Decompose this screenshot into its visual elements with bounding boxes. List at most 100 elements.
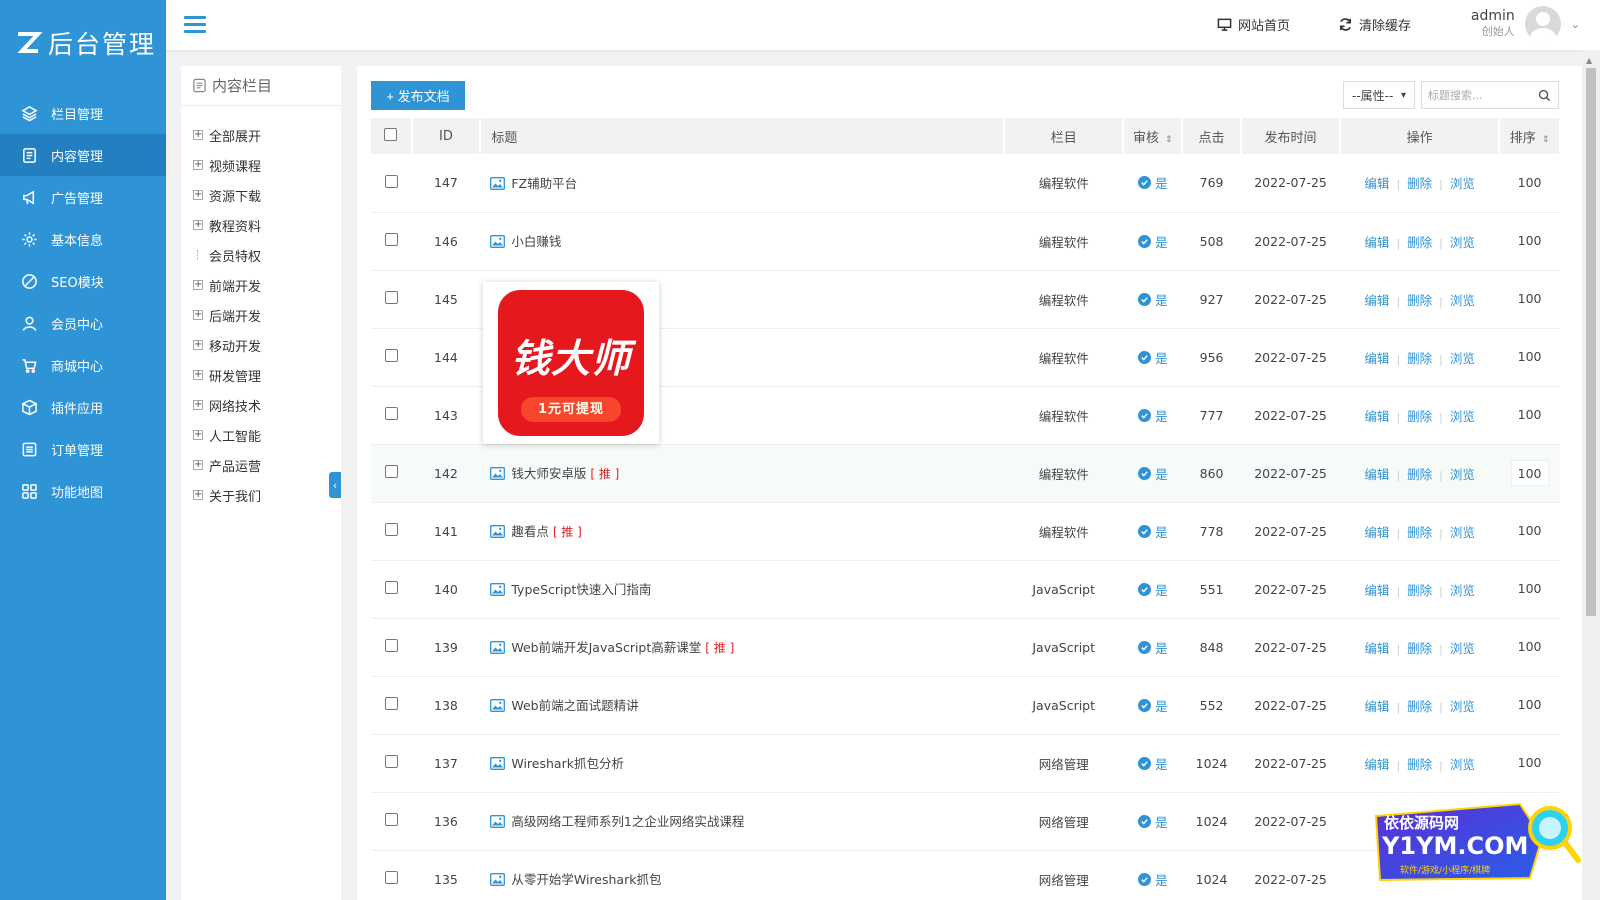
clear-cache-link[interactable]: 清除缓存 [1338,15,1411,34]
logo[interactable]: 后台管理 [0,0,166,86]
delete-link[interactable]: 删除 [1407,757,1432,772]
menu-toggle-icon[interactable] [184,16,206,34]
view-link[interactable]: 浏览 [1450,641,1475,656]
audit-status[interactable]: 是 [1138,522,1168,541]
audit-status[interactable]: 是 [1138,464,1168,483]
sidebar-item-9[interactable]: 功能地图 [0,470,166,512]
view-link[interactable]: 浏览 [1450,467,1475,482]
expand-plus-icon[interactable]: + [193,430,203,440]
row-title-link[interactable]: TypeScript快速入门指南 [511,582,651,597]
audit-status[interactable]: 是 [1138,754,1168,773]
edit-link[interactable]: 编辑 [1364,293,1389,308]
sidebar-item-1[interactable]: 内容管理 [0,134,166,176]
sort-input[interactable]: 100 [1510,228,1549,254]
view-link[interactable]: 浏览 [1450,293,1475,308]
edit-link[interactable]: 编辑 [1364,351,1389,366]
category-tree-item[interactable]: + 资源下载 [193,180,341,210]
edit-link[interactable]: 编辑 [1364,235,1389,250]
row-checkbox[interactable] [384,581,398,594]
sort-input[interactable]: 100 [1510,692,1549,718]
row-title-link[interactable]: 钱大师安卓版 [511,466,586,481]
edit-link[interactable]: 编辑 [1364,409,1389,424]
expand-plus-icon[interactable]: + [193,340,203,350]
sidebar-item-5[interactable]: 会员中心 [0,302,166,344]
audit-status[interactable]: 是 [1138,638,1168,657]
audit-status[interactable]: 是 [1138,696,1168,715]
sort-input[interactable]: 100 [1510,750,1549,776]
view-link[interactable]: 浏览 [1450,699,1475,714]
image-icon[interactable] [490,525,506,541]
sidebar-item-7[interactable]: 插件应用 [0,386,166,428]
row-checkbox[interactable] [384,871,398,884]
audit-status[interactable]: 是 [1138,232,1168,251]
image-icon[interactable] [490,699,506,715]
row-checkbox[interactable] [384,697,398,710]
avatar[interactable] [1524,6,1561,42]
audit-status[interactable]: 是 [1138,580,1168,599]
category-tree-item[interactable]: + 人工智能 [193,420,341,450]
sort-input[interactable]: 100 [1510,286,1549,312]
sort-input[interactable]: 100 [1510,402,1549,428]
delete-link[interactable]: 删除 [1407,467,1432,482]
image-icon[interactable] [490,641,506,657]
sidebar-item-4[interactable]: SEO模块 [0,260,166,302]
expand-plus-icon[interactable]: + [193,490,203,500]
expand-plus-icon[interactable]: + [193,310,203,320]
delete-link[interactable]: 删除 [1407,293,1432,308]
image-icon[interactable] [490,815,506,831]
row-title-link[interactable]: FZ辅助平台 [511,176,577,191]
view-link[interactable]: 浏览 [1450,235,1475,250]
vertical-scrollbar[interactable]: ▲ [1582,50,1600,900]
row-checkbox[interactable] [384,291,398,304]
edit-link[interactable]: 编辑 [1364,525,1389,540]
audit-status[interactable]: 是 [1138,406,1168,425]
category-tree-item[interactable]: + 教程资料 [193,210,341,240]
sidebar-item-0[interactable]: 栏目管理 [0,92,166,134]
delete-link[interactable]: 删除 [1407,525,1432,540]
sidebar-item-8[interactable]: 订单管理 [0,428,166,470]
edit-link[interactable]: 编辑 [1364,176,1389,191]
view-link[interactable]: 浏览 [1450,176,1475,191]
audit-status[interactable]: 是 [1138,173,1168,192]
delete-link[interactable]: 删除 [1407,235,1432,250]
category-tree-item[interactable]: + 产品运营 [193,450,341,480]
row-title-link[interactable]: 从零开始学Wireshark抓包 [511,872,661,887]
category-tree-item[interactable]: + 移动开发 [193,330,341,360]
image-icon[interactable] [490,757,506,773]
delete-link[interactable]: 删除 [1407,699,1432,714]
expand-plus-icon[interactable]: + [193,130,203,140]
expand-plus-icon[interactable]: + [193,220,203,230]
sort-input[interactable]: 100 [1510,460,1549,486]
sidebar-item-6[interactable]: 商城中心 [0,344,166,386]
category-tree-item[interactable]: + 研发管理 [193,360,341,390]
edit-link[interactable]: 编辑 [1364,641,1389,656]
sidebar-item-3[interactable]: 基本信息 [0,218,166,260]
delete-link[interactable]: 删除 [1407,409,1432,424]
chevron-down-icon[interactable]: ⌄ [1571,18,1580,31]
image-icon[interactable] [490,583,506,599]
view-link[interactable]: 浏览 [1450,583,1475,598]
category-tree-item[interactable]: + 网络技术 [193,390,341,420]
row-checkbox[interactable] [384,523,398,536]
expand-plus-icon[interactable]: + [193,190,203,200]
edit-link[interactable]: 编辑 [1364,467,1389,482]
edit-link[interactable]: 编辑 [1364,757,1389,772]
select-all-checkbox[interactable] [384,127,398,141]
view-link[interactable]: 浏览 [1450,351,1475,366]
audit-status[interactable]: 是 [1138,812,1168,831]
expand-plus-icon[interactable]: + [193,280,203,290]
row-checkbox[interactable] [384,755,398,768]
delete-link[interactable]: 删除 [1407,583,1432,598]
category-tree-item[interactable]: + 视频课程 [193,150,341,180]
audit-status[interactable]: 是 [1138,870,1168,889]
sidebar-item-2[interactable]: 广告管理 [0,176,166,218]
row-checkbox[interactable] [384,174,398,188]
edit-link[interactable]: 编辑 [1364,699,1389,714]
row-title-link[interactable]: Web前端之面试题精讲 [511,698,638,713]
delete-link[interactable]: 删除 [1407,641,1432,656]
sort-input[interactable]: 100 [1510,169,1549,196]
expand-plus-icon[interactable]: + [193,400,203,410]
image-icon[interactable] [490,176,506,193]
row-title-link[interactable]: 趣看点 [511,524,549,539]
col-audit[interactable]: 审核 ⇕ [1123,118,1184,154]
